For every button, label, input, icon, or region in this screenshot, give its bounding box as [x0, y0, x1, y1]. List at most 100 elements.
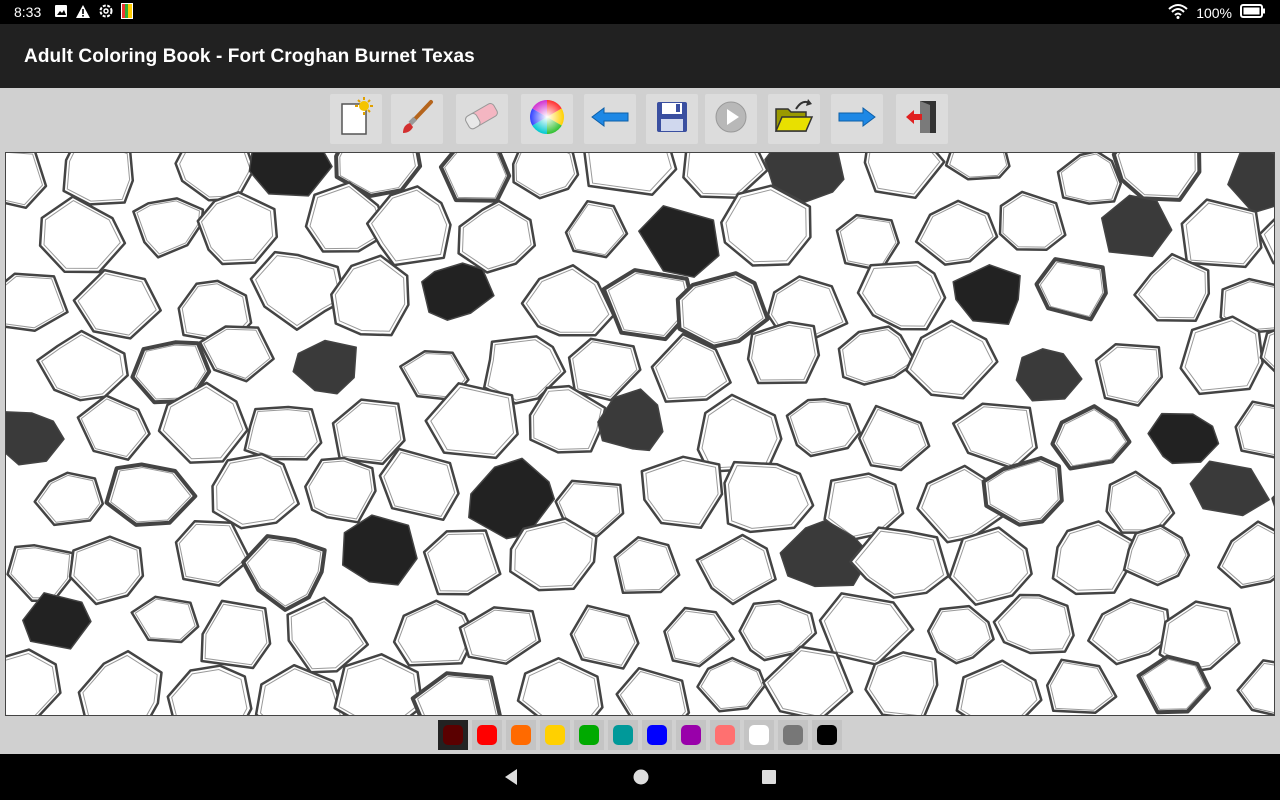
coloring-region[interactable]	[132, 197, 205, 259]
coloring-region[interactable]	[174, 519, 252, 587]
coloring-region[interactable]	[998, 190, 1067, 251]
coloring-region[interactable]	[914, 199, 999, 266]
coloring-region[interactable]	[856, 260, 947, 331]
coloring-region[interactable]	[955, 659, 1043, 715]
coloring-region[interactable]	[723, 460, 815, 534]
color-swatch[interactable]	[744, 720, 774, 750]
coloring-region[interactable]	[1111, 153, 1202, 202]
color-swatch[interactable]	[642, 720, 672, 750]
coloring-region[interactable]	[1217, 520, 1274, 589]
coloring-region[interactable]	[248, 153, 333, 197]
coloring-region[interactable]	[1189, 460, 1270, 517]
coloring-region[interactable]	[421, 262, 495, 321]
color-swatch[interactable]	[676, 720, 706, 750]
coloring-region[interactable]	[38, 195, 127, 274]
color-swatch[interactable]	[438, 720, 468, 750]
coloring-region[interactable]	[422, 529, 502, 596]
eraser-button[interactable]	[456, 94, 508, 144]
coloring-region[interactable]	[286, 596, 370, 674]
color-swatch[interactable]	[812, 720, 842, 750]
play-button[interactable]	[705, 94, 757, 144]
color-picker-button[interactable]	[521, 94, 573, 144]
open-button[interactable]	[768, 94, 820, 144]
coloring-region[interactable]	[1087, 598, 1172, 666]
coloring-region[interactable]	[1034, 257, 1108, 322]
back-icon[interactable]	[503, 768, 519, 791]
new-page-button[interactable]	[330, 94, 382, 144]
coloring-region[interactable]	[166, 664, 253, 715]
coloring-region[interactable]	[6, 648, 62, 715]
coloring-region[interactable]	[926, 604, 995, 665]
coloring-region[interactable]	[944, 153, 1011, 181]
color-swatch[interactable]	[540, 720, 570, 750]
coloring-region[interactable]	[1122, 524, 1191, 587]
coloring-region[interactable]	[6, 272, 69, 333]
color-swatch[interactable]	[710, 720, 740, 750]
coloring-region[interactable]	[746, 320, 821, 385]
color-swatch[interactable]	[778, 720, 808, 750]
coloring-region[interactable]	[785, 397, 862, 458]
coloring-region[interactable]	[569, 604, 640, 670]
coloring-region[interactable]	[1094, 342, 1164, 407]
coloring-region[interactable]	[696, 656, 767, 713]
coloring-region[interactable]	[948, 526, 1033, 606]
coloring-region[interactable]	[198, 325, 275, 383]
color-swatch[interactable]	[472, 720, 502, 750]
app-icon	[121, 3, 133, 22]
undo-button[interactable]	[584, 94, 636, 144]
coloring-region[interactable]	[196, 190, 279, 266]
coloring-region[interactable]	[211, 452, 300, 530]
home-icon[interactable]	[632, 768, 650, 791]
coloring-region[interactable]	[249, 250, 347, 331]
coloring-region[interactable]	[640, 455, 724, 530]
color-swatch[interactable]	[506, 720, 536, 750]
coloring-region[interactable]	[6, 411, 65, 466]
brush-button[interactable]	[391, 94, 443, 144]
coloring-region[interactable]	[1045, 658, 1118, 715]
coloring-region[interactable]	[992, 593, 1075, 655]
coloring-region[interactable]	[72, 268, 162, 340]
coloring-region[interactable]	[509, 517, 598, 592]
coloring-region[interactable]	[696, 393, 783, 473]
coloring-region[interactable]	[1136, 654, 1212, 715]
coloring-region[interactable]	[292, 339, 357, 395]
coloring-region[interactable]	[863, 153, 946, 200]
coloring-region[interactable]	[76, 394, 151, 461]
coloring-region[interactable]	[1015, 348, 1083, 402]
coloring-region[interactable]	[1147, 412, 1220, 465]
coloring-region[interactable]	[904, 319, 999, 400]
coloring-region[interactable]	[1179, 315, 1264, 396]
coloring-region[interactable]	[341, 514, 418, 586]
coloring-canvas[interactable]	[5, 152, 1275, 716]
color-swatch[interactable]	[608, 720, 638, 750]
coloring-region[interactable]	[68, 535, 145, 606]
coloring-region[interactable]	[695, 533, 777, 606]
coloring-region[interactable]	[365, 185, 452, 267]
coloring-region[interactable]	[1050, 404, 1132, 471]
coloring-region[interactable]	[458, 606, 542, 665]
coloring-region[interactable]	[952, 264, 1021, 326]
coloring-region[interactable]	[1105, 470, 1176, 534]
coloring-region[interactable]	[638, 205, 720, 278]
coloring-region[interactable]	[1234, 400, 1274, 459]
save-button[interactable]	[646, 94, 698, 144]
coloring-region[interactable]	[1227, 153, 1274, 214]
coloring-region[interactable]	[304, 456, 377, 524]
color-swatch[interactable]	[574, 720, 604, 750]
coloring-region[interactable]	[6, 153, 48, 210]
coloring-page-drawing[interactable]	[6, 153, 1274, 715]
wifi-icon	[1168, 3, 1188, 22]
coloring-region[interactable]	[130, 595, 200, 644]
coloring-region[interactable]	[36, 329, 129, 402]
recents-icon[interactable]	[760, 768, 778, 791]
coloring-region[interactable]	[241, 534, 327, 612]
coloring-region[interactable]	[254, 663, 346, 715]
coloring-region[interactable]	[457, 199, 537, 274]
coloring-region[interactable]	[330, 254, 410, 337]
coloring-region[interactable]	[104, 462, 198, 527]
exit-button[interactable]	[896, 94, 948, 144]
coloring-region[interactable]	[378, 447, 460, 522]
coloring-region[interactable]	[1100, 194, 1173, 258]
coloring-region[interactable]	[511, 153, 580, 200]
redo-button[interactable]	[831, 94, 883, 144]
